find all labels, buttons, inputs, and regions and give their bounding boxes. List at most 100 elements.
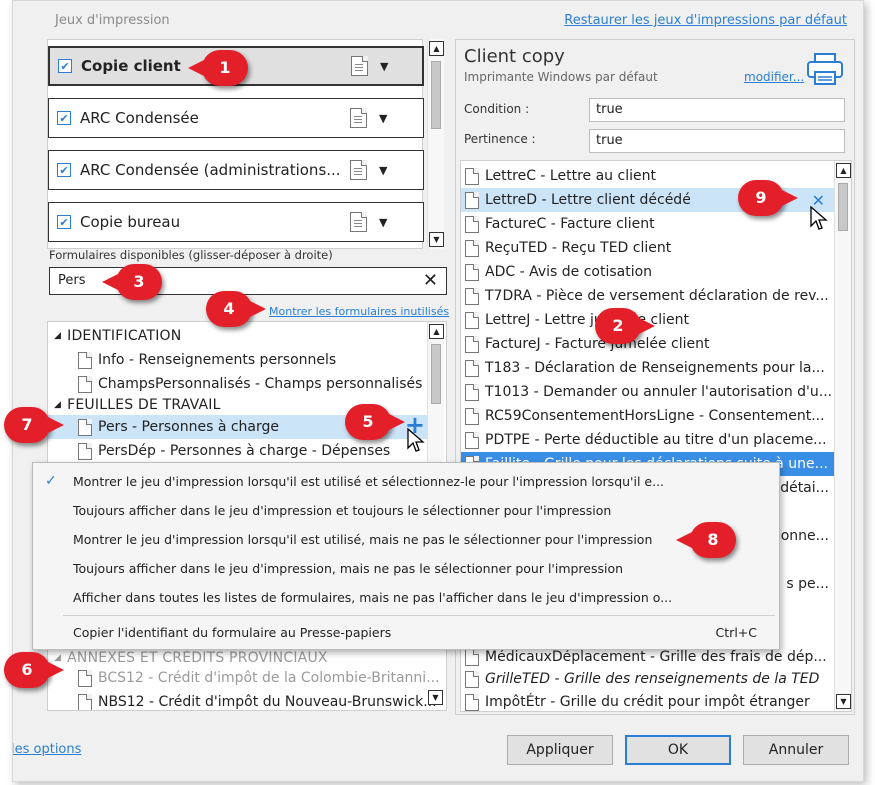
menu-item-label: Copier l'identifiant du formulaire au Pr…: [73, 624, 392, 640]
menu-item-label: Afficher dans toutes les listes de formu…: [73, 589, 673, 605]
document-icon: [350, 160, 367, 180]
list-item[interactable]: PDTPE - Perte déductible au titre d'un p…: [461, 428, 835, 452]
group-label: ANNEXES ET CRÉDITS PROVINCIAUX: [67, 650, 328, 666]
dropdown-arrow-icon[interactable]: ▼: [379, 216, 387, 229]
list-item[interactable]: T1013 - Demander ou annuler l'autorisati…: [461, 380, 835, 404]
form-label: ReçuTED - Reçu TED client: [485, 240, 672, 256]
document-icon: [465, 407, 479, 425]
print-sets-dialog: Jeux d'impression Restaurer les jeux d'i…: [12, 0, 864, 782]
tree-item[interactable]: BCS12 - Crédit d'impôt de la Colombie-Br…: [48, 666, 440, 690]
list-item[interactable]: RC59ConsentementHorsLigne - Consentement…: [461, 404, 835, 428]
scroll-up-icon[interactable]: ▲: [429, 41, 444, 56]
print-set-label: ARC Condensée: [80, 109, 199, 127]
list-item[interactable]: T183 - Déclaration de Renseignements pou…: [461, 356, 835, 380]
forms-tree-scrollbar[interactable]: ▲: [427, 322, 444, 464]
checkbox-checked-icon[interactable]: ✔: [57, 163, 71, 177]
form-label: NBS12 - Crédit d'impôt du Nouveau-Brunsw…: [98, 694, 437, 710]
list-item[interactable]: ImpôtÉtr - Grille du crédit pour impôt é…: [461, 690, 835, 711]
dropdown-arrow-icon[interactable]: ▼: [379, 112, 387, 125]
mouse-cursor-icon: [407, 428, 425, 452]
menu-item-show-all-lists[interactable]: Afficher dans toutes les listes de formu…: [33, 583, 779, 611]
printer-name: Imprimante Windows par défaut: [464, 70, 658, 84]
callout-1: 1: [188, 50, 266, 86]
dialog-title: Jeux d'impression: [55, 13, 170, 28]
document-icon: [78, 693, 92, 710]
scroll-up-icon[interactable]: ▲: [429, 324, 444, 339]
menu-item-always-show-select[interactable]: Toujours afficher dans le jeu d'impressi…: [33, 496, 779, 524]
print-set-title: Client copy: [464, 46, 565, 67]
tree-item[interactable]: Info - Renseignements personnels: [48, 348, 431, 372]
menu-item-label: Montrer le jeu d'impression lorsqu'il es…: [73, 531, 653, 547]
show-unused-forms-link[interactable]: Montrer les formulaires inutilisés: [269, 305, 449, 318]
menu-shortcut: Ctrl+C: [715, 624, 757, 640]
document-icon: [465, 215, 479, 233]
scroll-down-icon[interactable]: ▼: [429, 232, 444, 247]
print-set-item[interactable]: ✔ ARC Condensée (administrations... ▼: [48, 150, 424, 190]
print-set-item[interactable]: ✔ Copie bureau ▼: [48, 202, 424, 242]
condition-field[interactable]: true: [589, 98, 845, 122]
list-item[interactable]: ReçuTED - Reçu TED client: [461, 236, 835, 260]
document-icon: [465, 311, 479, 329]
dropdown-arrow-icon[interactable]: ▼: [380, 60, 388, 73]
form-label: PersDép - Personnes à charge - Dépenses: [98, 443, 391, 459]
scroll-down-icon[interactable]: ▼: [836, 694, 851, 709]
pertinence-label: Pertinence :: [464, 132, 536, 146]
form-label: ADC - Avis de cotisation: [485, 264, 653, 280]
document-icon: [465, 239, 479, 257]
forms-tree-scrollbar-bottom[interactable]: ▼: [427, 650, 444, 710]
document-icon: [465, 359, 479, 377]
print-set-label: Copie bureau: [80, 213, 181, 231]
document-icon: [78, 351, 92, 369]
form-label: BCS12 - Crédit d'impôt de la Colombie-Br…: [98, 670, 440, 686]
document-icon: [465, 263, 479, 281]
list-item[interactable]: T7DRA - Pièce de versement déclaration d…: [461, 284, 835, 308]
ok-button[interactable]: OK: [625, 735, 731, 765]
cancel-button[interactable]: Annuler: [743, 735, 849, 765]
restore-defaults-link[interactable]: Restaurer les jeux d'impressions par déf…: [564, 13, 847, 28]
document-icon: [78, 375, 92, 393]
form-label: s pe...: [786, 576, 829, 592]
group-label: FEUILLES DE TRAVAIL: [67, 397, 221, 413]
tree-group[interactable]: ◢ IDENTIFICATION: [48, 324, 431, 348]
list-item[interactable]: GrilleTED - Grille des renseignements de…: [461, 667, 835, 691]
callout-4: 4: [206, 291, 270, 327]
callout-7: 7: [4, 407, 68, 443]
printer-icon[interactable]: [806, 52, 844, 86]
tree-item[interactable]: NBS12 - Crédit d'impôt du Nouveau-Brunsw…: [48, 690, 437, 710]
apply-button[interactable]: Appliquer: [507, 735, 613, 765]
list-item[interactable]: ADC - Avis de cotisation: [461, 260, 835, 284]
options-link[interactable]: les options: [13, 742, 81, 757]
menu-item-copy-id[interactable]: Copier l'identifiant du formulaire au Pr…: [33, 618, 779, 646]
pertinence-field[interactable]: true: [589, 129, 845, 153]
form-label: ImpôtÉtr - Grille du crédit pour impôt é…: [485, 694, 810, 710]
document-icon: [350, 212, 367, 232]
callout-3: 3: [102, 264, 180, 300]
menu-item-always-show-no-select[interactable]: Toujours afficher dans le jeu d'impressi…: [33, 554, 779, 582]
checkbox-checked-icon[interactable]: ✔: [57, 111, 71, 125]
document-icon: [465, 383, 479, 401]
forms-list-scrollbar[interactable]: ▲ ▼: [834, 161, 851, 711]
menu-item-show-and-select[interactable]: ✓ Montrer le jeu d'impression lorsqu'il …: [33, 467, 779, 495]
modify-printer-link[interactable]: modifier...: [744, 70, 804, 84]
dropdown-arrow-icon[interactable]: ▼: [379, 164, 387, 177]
search-value: Pers: [58, 273, 86, 288]
clear-search-icon[interactable]: ✕: [423, 270, 438, 291]
tree-item[interactable]: PersDép - Personnes à charge - Dépenses: [48, 439, 431, 463]
print-set-item[interactable]: ✔ ARC Condensée ▼: [48, 98, 424, 138]
document-icon: [465, 287, 479, 305]
scroll-thumb[interactable]: [838, 183, 848, 231]
print-set-scrollbar[interactable]: ▲ ▼: [427, 39, 444, 249]
scroll-down-icon[interactable]: ▼: [428, 690, 443, 705]
document-icon: [465, 431, 479, 449]
form-label: Info - Renseignements personnels: [98, 352, 337, 368]
collapse-triangle-icon[interactable]: ◢: [54, 331, 61, 341]
menu-item-show-no-select[interactable]: Montrer le jeu d'impression lorsqu'il es…: [33, 525, 779, 553]
scroll-up-icon[interactable]: ▲: [836, 163, 851, 178]
form-label: RC59ConsentementHorsLigne - Consentement…: [485, 408, 825, 424]
checkbox-checked-icon[interactable]: ✔: [57, 215, 71, 229]
scroll-thumb[interactable]: [431, 61, 441, 129]
scroll-thumb[interactable]: [431, 344, 441, 404]
document-icon: [465, 670, 479, 688]
checkbox-checked-icon[interactable]: ✔: [58, 59, 72, 73]
form-label: ChampsPersonnalisés - Champs personnalis…: [98, 376, 423, 392]
